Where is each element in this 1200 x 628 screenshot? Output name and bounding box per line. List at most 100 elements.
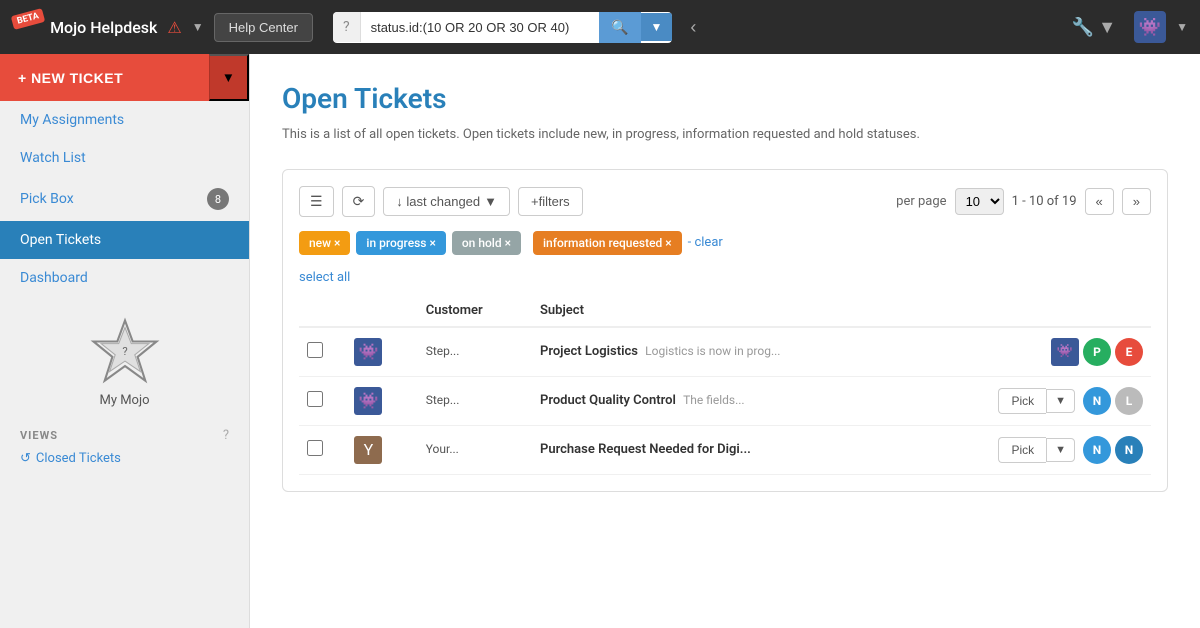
assignee-avatar-1: N — [1083, 436, 1111, 464]
sidebar-item-dashboard[interactable]: Dashboard — [0, 259, 249, 297]
assignee-avatar-2: L — [1115, 387, 1143, 415]
assignee-avatar-1: N — [1083, 387, 1111, 415]
pick-btn[interactable]: Pick — [998, 437, 1046, 463]
row-customer-cell: Step... — [418, 376, 532, 425]
assignee-avatars: N N — [1083, 436, 1143, 464]
row-subject-cell: Project Logistics Logistics is now in pr… — [532, 327, 913, 377]
closed-tickets-link[interactable]: ↺ Closed Tickets — [20, 451, 229, 466]
watch-list-label: Watch List — [20, 150, 86, 166]
filter-tag-new[interactable]: new × — [299, 231, 350, 255]
table-header-row: Customer Subject — [299, 295, 1151, 327]
settings-caret: ▼ — [1098, 17, 1116, 38]
nav-back-btn[interactable]: ‹ — [682, 13, 704, 42]
my-mojo-label: My Mojo — [99, 393, 149, 408]
sort-caret-icon: ▼ — [484, 194, 497, 209]
col-customer: Customer — [418, 295, 532, 327]
row-actions-cell: Pick ▼ N N — [913, 425, 1151, 474]
ticket-checkbox[interactable] — [307, 440, 323, 456]
sidebar-item-pick-box[interactable]: Pick Box 8 — [0, 177, 249, 221]
main-layout: + NEW TICKET ▼ My Assignments Watch List… — [0, 54, 1200, 628]
filter-tag-on-hold[interactable]: on hold × — [452, 231, 521, 255]
user-avatar[interactable]: 👾 — [1134, 11, 1166, 43]
brand-dropdown-btn[interactable]: ▼ — [192, 20, 204, 34]
brand-name: Mojo Helpdesk — [50, 18, 157, 37]
row-customer-cell: Your... — [418, 425, 532, 474]
avatar-dropdown-btn[interactable]: ▼ — [1176, 20, 1188, 34]
col-subject: Subject — [532, 295, 913, 327]
select-all-link[interactable]: select all — [299, 270, 350, 285]
views-header: VIEWS ? — [20, 428, 229, 443]
new-ticket-btn[interactable]: + NEW TICKET — [0, 54, 209, 101]
subject-title[interactable]: Project Logistics — [540, 344, 638, 359]
search-input[interactable] — [361, 13, 600, 42]
search-btn[interactable]: 🔍 — [599, 12, 640, 43]
svg-text:?: ? — [122, 345, 127, 358]
subject-title[interactable]: Purchase Request Needed for Digi... — [540, 442, 751, 457]
refresh-icon: ↺ — [20, 451, 31, 466]
assignee-avatars: 👾 P E — [921, 338, 1143, 366]
customer-avatar: 👾 — [354, 338, 382, 366]
row-subject-cell: Product Quality Control The fields... — [532, 376, 913, 425]
pick-caret-btn[interactable]: ▼ — [1046, 389, 1075, 413]
my-mojo-star-icon[interactable]: ? — [90, 317, 160, 387]
sidebar-item-watch-list[interactable]: Watch List — [0, 139, 249, 177]
dashboard-label: Dashboard — [20, 270, 88, 286]
sidebar-item-open-tickets[interactable]: Open Tickets — [0, 221, 249, 259]
assignee-avatar-2: N — [1115, 436, 1143, 464]
pixel-avatar-icon: 👾 — [1139, 17, 1161, 38]
filter-tag-info-requested[interactable]: information requested × — [533, 231, 682, 255]
page-title: Open Tickets — [282, 82, 1168, 115]
table-row: Y Your... Purchase Request Needed for Di… — [299, 425, 1151, 474]
per-page-select[interactable]: 10 25 50 — [955, 188, 1004, 215]
row-checkbox-cell — [299, 376, 346, 425]
search-caret-btn[interactable]: ▼ — [641, 13, 673, 41]
open-tickets-label: Open Tickets — [20, 232, 101, 248]
ticket-checkbox[interactable] — [307, 391, 323, 407]
alert-icon: ⚠ — [167, 18, 181, 37]
new-ticket-caret-btn[interactable]: ▼ — [209, 54, 249, 101]
search-area: ? 🔍 ▼ — [333, 12, 672, 43]
sidebar: + NEW TICKET ▼ My Assignments Watch List… — [0, 54, 250, 628]
my-mojo-section: ? My Mojo — [0, 297, 249, 428]
search-question-icon: ? — [333, 12, 361, 42]
page-description: This is a list of all open tickets. Open… — [282, 125, 1168, 145]
pick-btn[interactable]: Pick — [998, 388, 1046, 414]
ticket-checkbox[interactable] — [307, 342, 323, 358]
row-avatar-cell: 👾 — [346, 376, 417, 425]
pick-caret-btn[interactable]: ▼ — [1046, 438, 1075, 462]
row-checkbox-cell — [299, 425, 346, 474]
pick-box-label: Pick Box — [20, 191, 74, 207]
col-checkbox — [299, 295, 346, 327]
customer-name: Step... — [426, 393, 460, 407]
wrench-icon: 🔧 — [1072, 17, 1094, 38]
main-content: Open Tickets This is a list of all open … — [250, 54, 1200, 628]
pagination-info: 1 - 10 of 19 — [1012, 194, 1077, 209]
next-page-btn[interactable]: » — [1122, 188, 1151, 215]
sort-btn[interactable]: ↓ last changed ▼ — [383, 187, 510, 216]
settings-btn[interactable]: 🔧 ▼ — [1064, 13, 1124, 42]
views-section: VIEWS ? ↺ Closed Tickets — [0, 428, 249, 466]
subject-title[interactable]: Product Quality Control — [540, 393, 676, 408]
customer-name: Step... — [426, 344, 460, 358]
my-assignments-label: My Assignments — [20, 112, 124, 128]
per-page-label: per page — [896, 194, 946, 209]
table-row: 👾 Step... Product Quality Control The fi… — [299, 376, 1151, 425]
beta-badge: BETA — [11, 8, 46, 30]
prev-page-btn[interactable]: « — [1085, 188, 1114, 215]
filters-btn[interactable]: +filters — [518, 187, 583, 216]
refresh-btn[interactable]: ⟳ — [342, 186, 376, 217]
customer-avatar: Y — [354, 436, 382, 464]
list-view-btn[interactable]: ☰ — [299, 186, 334, 217]
filter-tag-in-progress[interactable]: in progress × — [356, 231, 445, 255]
col-actions — [913, 295, 1151, 327]
ticket-container: ☰ ⟳ ↓ last changed ▼ +filters per page 1… — [282, 169, 1168, 492]
toolbar: ☰ ⟳ ↓ last changed ▼ +filters per page 1… — [299, 186, 1151, 217]
assignee-avatars: N L — [1083, 387, 1143, 415]
sidebar-item-my-assignments[interactable]: My Assignments — [0, 101, 249, 139]
top-nav: BETA Mojo Helpdesk ⚠ ▼ Help Center ? 🔍 ▼… — [0, 0, 1200, 54]
clear-filters-link[interactable]: - clear — [688, 235, 723, 250]
views-help-icon[interactable]: ? — [223, 428, 229, 443]
help-center-btn[interactable]: Help Center — [214, 13, 313, 42]
subject-desc: The fields... — [683, 393, 745, 407]
new-ticket-row: + NEW TICKET ▼ — [0, 54, 249, 101]
